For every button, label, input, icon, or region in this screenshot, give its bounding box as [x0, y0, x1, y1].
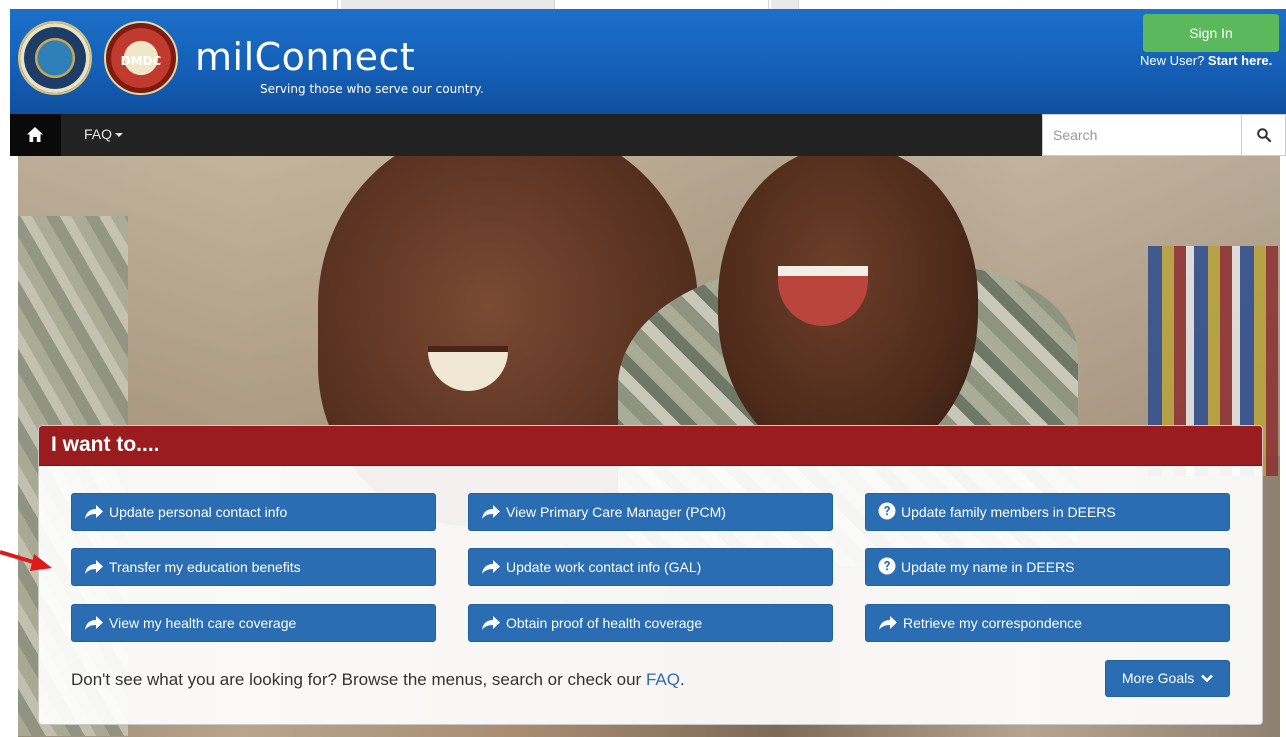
caret-down-icon	[115, 133, 124, 138]
site-header: DMDC milConnect Serving those who serve …	[10, 9, 1286, 114]
site-title[interactable]: milConnect	[195, 35, 415, 79]
faq-menu-label: FAQ	[84, 126, 113, 142]
new-user-prefix: New User?	[1140, 53, 1208, 68]
question-circle-icon	[878, 557, 896, 575]
goal-label: Retrieve my correspondence	[903, 615, 1082, 631]
browser-tab[interactable]	[0, 0, 338, 9]
browser-tab[interactable]	[341, 0, 555, 9]
faq-link[interactable]: FAQ	[646, 670, 680, 689]
arrow-icon	[85, 505, 103, 519]
browse-help-label: Don't see what you are looking for? Brow…	[71, 670, 646, 689]
start-here-link[interactable]: Start here.	[1208, 53, 1272, 68]
goal-update-name-button[interactable]: Update my name in DEERS	[865, 548, 1230, 586]
faq-menu[interactable]: FAQ	[84, 114, 124, 156]
arrow-icon	[879, 616, 897, 630]
goal-retrieve-correspondence-button[interactable]: Retrieve my correspondence	[865, 604, 1230, 642]
arrow-icon	[482, 616, 500, 630]
goal-view-health-coverage-button[interactable]: View my health care coverage	[71, 604, 436, 642]
home-icon	[27, 127, 43, 142]
search-button[interactable]	[1242, 114, 1286, 156]
goal-label: Obtain proof of health coverage	[506, 615, 703, 631]
new-user-text: New User? Start here.	[1140, 53, 1272, 68]
goal-label: View Primary Care Manager (PCM)	[506, 504, 726, 520]
goals-panel-title: I want to....	[51, 433, 160, 456]
goal-label: Update family members in DEERS	[901, 504, 1116, 520]
search-icon	[1257, 128, 1271, 142]
main-navbar: FAQ Search	[10, 114, 1286, 156]
browse-help-text: Don't see what you are looking for? Brow…	[71, 670, 685, 690]
home-button[interactable]	[10, 114, 61, 156]
arrow-icon	[482, 505, 500, 519]
goal-update-work-contact-button[interactable]: Update work contact info (GAL)	[468, 548, 833, 586]
more-goals-label: More Goals	[1121, 670, 1195, 686]
goal-update-family-members-button[interactable]: Update family members in DEERS	[865, 493, 1230, 531]
chevron-down-icon	[1201, 674, 1214, 683]
goal-label: Transfer my education benefits	[109, 559, 301, 575]
dod-seal-logo	[18, 21, 92, 95]
goal-transfer-education-benefits-button[interactable]: Transfer my education benefits	[71, 548, 436, 586]
arrow-icon	[482, 560, 500, 574]
dmdc-seal-text: DMDC	[120, 54, 162, 68]
search-input[interactable]: Search	[1042, 114, 1242, 156]
browser-tab[interactable]	[557, 0, 769, 9]
goal-view-pcm-button[interactable]: View Primary Care Manager (PCM)	[468, 493, 833, 531]
milconnect-page: DMDC milConnect Serving those who serve …	[0, 0, 1286, 737]
browse-help-end: .	[679, 670, 685, 689]
arrow-icon	[85, 616, 103, 630]
goal-label: Update personal contact info	[109, 504, 288, 520]
browser-tab[interactable]	[771, 0, 799, 9]
goal-label: Update work contact info (GAL)	[506, 559, 702, 575]
goals-panel: I want to.... Update personal contact in…	[38, 425, 1263, 725]
sign-in-button[interactable]: Sign In	[1143, 14, 1279, 52]
site-tagline: Serving those who serve our country.	[260, 82, 484, 96]
browser-tab-strip	[0, 0, 1286, 9]
red-annotation-arrow-icon	[0, 550, 52, 571]
question-circle-icon	[878, 502, 896, 520]
goal-label: Update my name in DEERS	[901, 559, 1075, 575]
goal-obtain-proof-coverage-button[interactable]: Obtain proof of health coverage	[468, 604, 833, 642]
goal-update-personal-contact-button[interactable]: Update personal contact info	[71, 493, 436, 531]
goals-panel-header: I want to....	[39, 426, 1262, 466]
more-goals-button[interactable]: More Goals	[1105, 660, 1230, 697]
goal-label: View my health care coverage	[109, 615, 297, 631]
arrow-icon	[85, 560, 103, 574]
